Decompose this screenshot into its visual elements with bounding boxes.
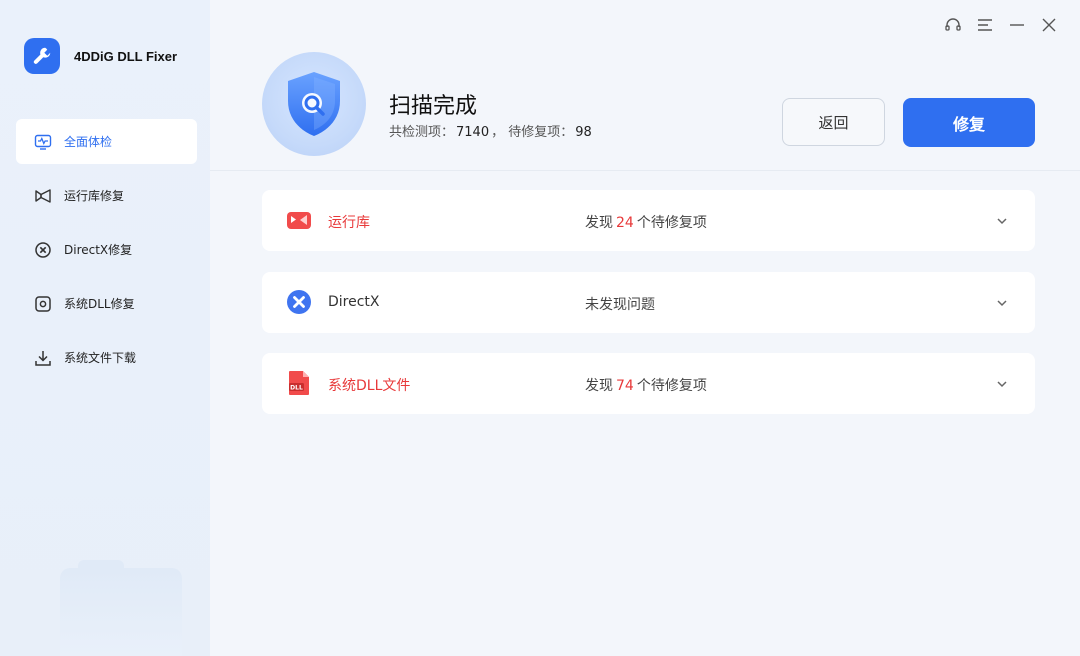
- summary-pending-label: ， 待修复项：: [491, 125, 574, 140]
- menu-icon[interactable]: [974, 14, 996, 36]
- issue-count: 24: [616, 215, 634, 231]
- wrench-logo-icon: [24, 38, 60, 74]
- sidebar-item-label: 系统DLL修复: [64, 297, 135, 311]
- close-icon[interactable]: [1038, 14, 1060, 36]
- chevron-down-icon[interactable]: [995, 296, 1009, 310]
- summary-total-label: 共检测项：: [389, 125, 455, 140]
- result-row-system-dll[interactable]: DLL 系统DLL文件 发现 74 个待修复项: [262, 353, 1035, 414]
- sidebar-item-runtime-repair[interactable]: 运行库修复: [16, 173, 197, 218]
- sidebar-item-directx-repair[interactable]: DirectX修复: [16, 227, 197, 272]
- window-controls: [942, 14, 1060, 36]
- sidebar-item-full-check[interactable]: 全面体检: [16, 119, 197, 164]
- sidebar: 4DDiG DLL Fixer 全面体检 运行库修复 DirectX修复 系统D…: [0, 0, 210, 656]
- headset-icon[interactable]: [942, 14, 964, 36]
- app-name: 4DDiG DLL Fixer: [74, 48, 178, 64]
- back-button[interactable]: 返回: [782, 98, 885, 146]
- result-status: 发现 74 个待修复项: [585, 375, 707, 395]
- minimize-icon[interactable]: [1006, 14, 1028, 36]
- directx-icon: [286, 289, 312, 315]
- result-row-directx[interactable]: DirectX 未发现问题: [262, 272, 1035, 333]
- sidebar-item-label: 全面体检: [64, 135, 113, 149]
- sidebar-item-system-dll-repair[interactable]: 系统DLL修复: [16, 281, 197, 326]
- runtime-library-icon: [286, 207, 312, 233]
- sidebar-item-label: 运行库修复: [64, 189, 125, 203]
- result-name: 运行库: [328, 215, 370, 231]
- status-prefix: 发现: [585, 378, 613, 394]
- sidebar-nav: 全面体检 运行库修复 DirectX修复 系统DLL修复 系统文件下载: [16, 119, 197, 389]
- result-row-runtime[interactable]: 运行库 发现 24 个待修复项: [262, 190, 1035, 251]
- issue-count: 74: [616, 378, 634, 394]
- system-dll-file-icon: DLL: [286, 370, 312, 396]
- svg-text:DLL: DLL: [290, 385, 303, 392]
- chevron-down-icon[interactable]: [995, 214, 1009, 228]
- status-prefix: 发现: [585, 215, 613, 231]
- result-status: 发现 24 个待修复项: [585, 212, 707, 232]
- download-icon: [34, 349, 52, 367]
- status-suffix: 个待修复项: [636, 215, 707, 231]
- runtime-library-icon: [34, 187, 52, 205]
- sidebar-item-label: DirectX修复: [64, 243, 133, 257]
- system-dll-icon: [34, 295, 52, 313]
- result-name: DirectX: [328, 294, 380, 310]
- pending-repair-count: 98: [575, 125, 592, 140]
- brand: 4DDiG DLL Fixer: [24, 38, 177, 74]
- scan-summary: 共检测项： 7140， 待修复项： 98: [389, 121, 594, 140]
- header-divider: [210, 170, 1080, 171]
- directx-icon: [34, 241, 52, 259]
- scan-complete-shield-icon: [262, 52, 366, 156]
- result-status: 未发现问题: [585, 297, 655, 313]
- folder-decoration-icon: [60, 560, 182, 656]
- pulse-monitor-icon: [34, 133, 52, 151]
- result-name: 系统DLL文件: [328, 378, 411, 394]
- sidebar-item-system-file-download[interactable]: 系统文件下载: [16, 335, 197, 380]
- chevron-down-icon[interactable]: [995, 377, 1009, 391]
- total-checked-count: 7140: [456, 125, 490, 140]
- page-title: 扫描完成: [389, 94, 478, 119]
- status-suffix: 个待修复项: [636, 378, 707, 394]
- sidebar-item-label: 系统文件下载: [64, 351, 137, 365]
- repair-button[interactable]: 修复: [903, 98, 1035, 147]
